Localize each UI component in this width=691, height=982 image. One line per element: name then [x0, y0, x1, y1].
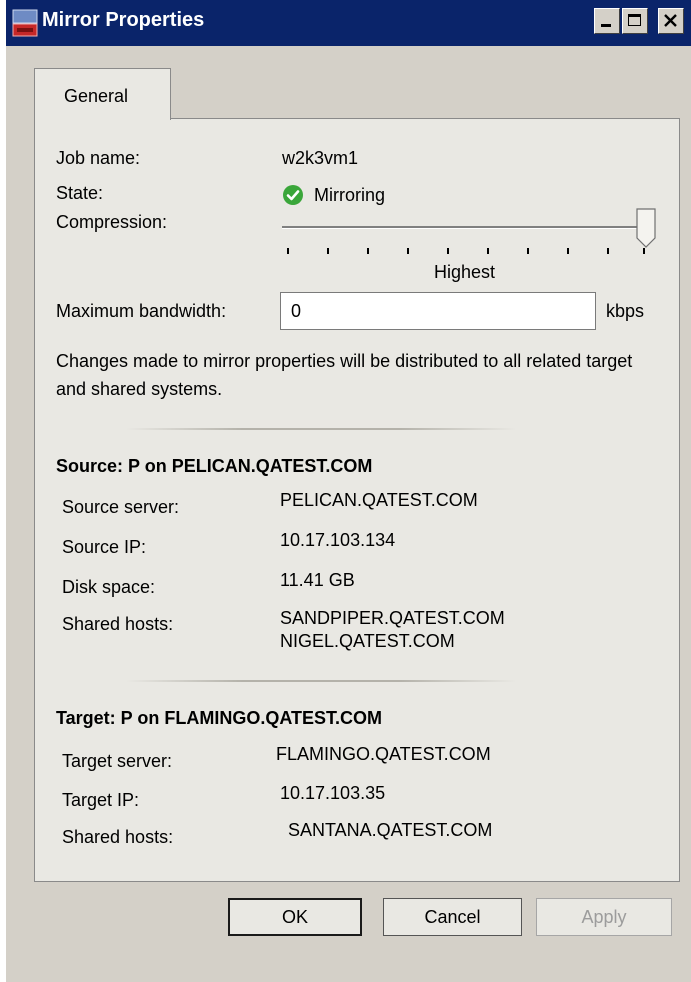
slider-tick	[447, 248, 449, 254]
slider-tick	[407, 248, 409, 254]
separator	[126, 428, 516, 430]
source-shared-host: SANDPIPER.QATEST.COM	[280, 608, 505, 628]
slider-tick	[527, 248, 529, 254]
slider-tick	[487, 248, 489, 254]
target-server-value: FLAMINGO.QATEST.COM	[276, 744, 491, 764]
tab-general-label: General	[64, 86, 129, 106]
check-circle-icon	[283, 185, 303, 205]
close-icon	[664, 14, 677, 27]
compression-slider-track[interactable]	[282, 226, 653, 229]
slider-tick	[327, 248, 329, 254]
slider-tick	[643, 248, 645, 254]
source-server-value: PELICAN.QATEST.COM	[280, 490, 478, 510]
slider-tick	[567, 248, 569, 254]
compression-label: Compression:	[56, 212, 168, 232]
tab-general[interactable]: General	[34, 68, 171, 120]
disk-space-value: 11.41 GB	[280, 570, 355, 590]
source-server-label: Source server:	[62, 497, 180, 517]
compression-level-label: Highest	[434, 262, 496, 282]
source-heading: Source: P on PELICAN.QATEST.COM	[56, 456, 373, 476]
ok-button[interactable]: OK	[228, 898, 362, 936]
separator	[126, 680, 516, 682]
close-button[interactable]	[658, 8, 684, 34]
source-ip-value: 10.17.103.134	[280, 530, 396, 550]
target-shared-hosts-label: Shared hosts:	[62, 827, 174, 847]
compression-slider-thumb[interactable]	[636, 208, 656, 248]
bandwidth-unit: kbps	[606, 301, 645, 321]
target-heading: Target: P on FLAMINGO.QATEST.COM	[56, 708, 382, 728]
cancel-button[interactable]: Cancel	[383, 898, 522, 936]
source-shared-host: NIGEL.QATEST.COM	[280, 631, 455, 651]
target-ip-value: 10.17.103.35	[280, 783, 386, 803]
apply-button[interactable]: Apply	[536, 898, 672, 936]
slider-tick	[607, 248, 609, 254]
window-title: Mirror Properties	[42, 9, 205, 31]
job-name-label: Job name:	[56, 148, 141, 168]
app-icon	[12, 9, 38, 37]
target-server-label: Target server:	[62, 751, 173, 771]
disk-space-label: Disk space:	[62, 577, 156, 597]
slider-tick	[287, 248, 289, 254]
max-bandwidth-label: Maximum bandwidth:	[56, 301, 227, 321]
job-name-value: w2k3vm1	[282, 148, 359, 168]
target-ip-label: Target IP:	[62, 790, 140, 810]
maximize-button[interactable]	[622, 8, 648, 34]
maximize-icon	[628, 14, 641, 26]
target-shared-host: SANTANA.QATEST.COM	[288, 820, 493, 840]
source-shared-hosts-label: Shared hosts:	[62, 614, 174, 634]
slider-tick	[367, 248, 369, 254]
title-bar[interactable]: Mirror Properties	[6, 0, 691, 46]
minimize-icon	[601, 24, 611, 27]
state-label: State:	[56, 183, 104, 203]
state-value: Mirroring	[314, 185, 386, 205]
max-bandwidth-input[interactable]: 0	[280, 292, 596, 330]
mirror-properties-window: Mirror Properties General Job name: w2k3…	[6, 0, 691, 982]
minimize-button[interactable]	[594, 8, 620, 34]
source-ip-label: Source IP:	[62, 537, 147, 557]
distribution-note: Changes made to mirror properties will b…	[56, 351, 633, 399]
